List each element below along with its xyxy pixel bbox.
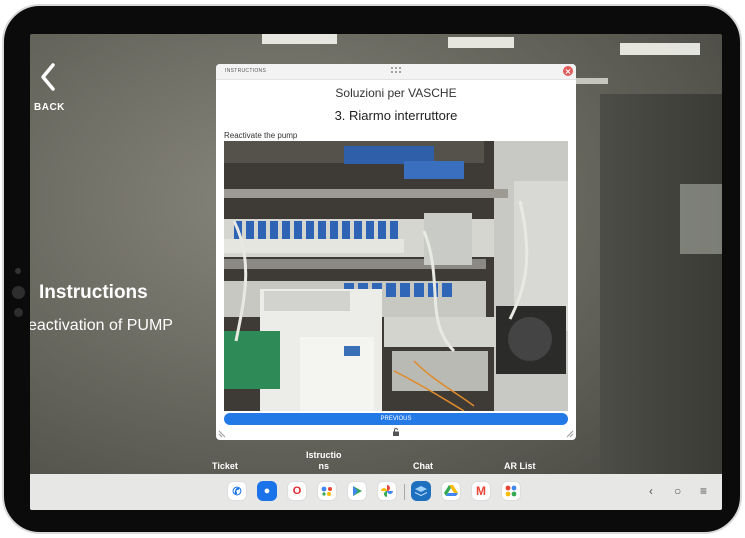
lock-icon[interactable] <box>392 428 400 436</box>
drag-handle-icon[interactable] <box>391 67 403 75</box>
nav-home-button[interactable]: ○ <box>674 484 681 498</box>
resize-handle-icon[interactable] <box>218 428 228 438</box>
ar-app-icon[interactable] <box>411 481 431 501</box>
side-sensor <box>14 308 23 317</box>
tablet-frame: BACK Instructions eactivation of PUMP IN… <box>2 4 742 534</box>
background-window <box>680 184 722 254</box>
drive-triangle-icon <box>444 485 458 496</box>
nav-menu-button[interactable]: ≡ <box>700 484 707 498</box>
menu-ar-list[interactable]: AR List <box>504 461 536 471</box>
assistant-icon[interactable] <box>317 481 337 501</box>
close-icon[interactable] <box>563 66 573 76</box>
menu-ticket[interactable]: Ticket <box>212 461 238 471</box>
electrical-cabinet-illustration <box>224 141 568 411</box>
taskbar-divider <box>404 484 405 500</box>
panel-caption: Reactivate the pump <box>224 131 298 140</box>
back-button[interactable]: BACK <box>34 62 74 113</box>
ar-camera-view: BACK Instructions eactivation of PUMP IN… <box>30 34 722 510</box>
menu-instructions[interactable]: Istructio ns <box>306 450 342 472</box>
ceiling-light <box>262 34 337 44</box>
ceiling-light <box>448 37 514 48</box>
instructions-title: Instructions <box>39 282 148 303</box>
messages-icon[interactable]: ● <box>257 481 277 501</box>
previous-button[interactable]: PREVIOUS <box>224 413 568 425</box>
taskbar: ✆ ● O M ‹ ○ ≡ <box>30 474 722 510</box>
pinwheel-icon <box>381 485 393 497</box>
chevron-left-icon <box>41 63 55 91</box>
ceiling-light <box>620 43 700 55</box>
menu-instructions-line2: ns <box>318 461 330 471</box>
panel-header-label: INSTRUCTIONS <box>225 68 267 74</box>
nav-back-button[interactable]: ‹ <box>649 484 653 498</box>
panel-heading: Soluzioni per VASCHE <box>335 86 457 100</box>
app-drawer-icon[interactable] <box>501 481 521 501</box>
electrical-cabinet-photo <box>224 141 568 411</box>
menu-chat[interactable]: Chat <box>413 461 433 471</box>
gmail-icon[interactable]: M <box>471 481 491 501</box>
photos-icon[interactable] <box>377 481 397 501</box>
back-label: BACK <box>34 102 65 113</box>
panel-step-title: 3. Riarmo interruttore <box>334 108 458 123</box>
opera-icon[interactable]: O <box>287 481 307 501</box>
camera-dot <box>15 268 21 274</box>
panel-header[interactable]: INSTRUCTIONS <box>216 64 576 80</box>
instructions-subtitle: eactivation of PUMP <box>30 317 173 334</box>
play-store-icon[interactable] <box>347 481 367 501</box>
menu-instructions-line1: Istructio <box>306 450 342 460</box>
drive-icon[interactable] <box>441 481 461 501</box>
assistant-dots-icon <box>321 486 332 496</box>
resize-handle-icon[interactable] <box>564 428 574 438</box>
grid-icon <box>505 485 517 497</box>
play-triangle-icon <box>353 486 362 496</box>
layers-icon <box>415 486 427 496</box>
instruction-panel: INSTRUCTIONS Soluzioni per VASCHE 3. Ria… <box>216 64 576 440</box>
phone-icon[interactable]: ✆ <box>227 481 247 501</box>
side-button <box>12 286 25 299</box>
background-wall <box>600 94 722 474</box>
